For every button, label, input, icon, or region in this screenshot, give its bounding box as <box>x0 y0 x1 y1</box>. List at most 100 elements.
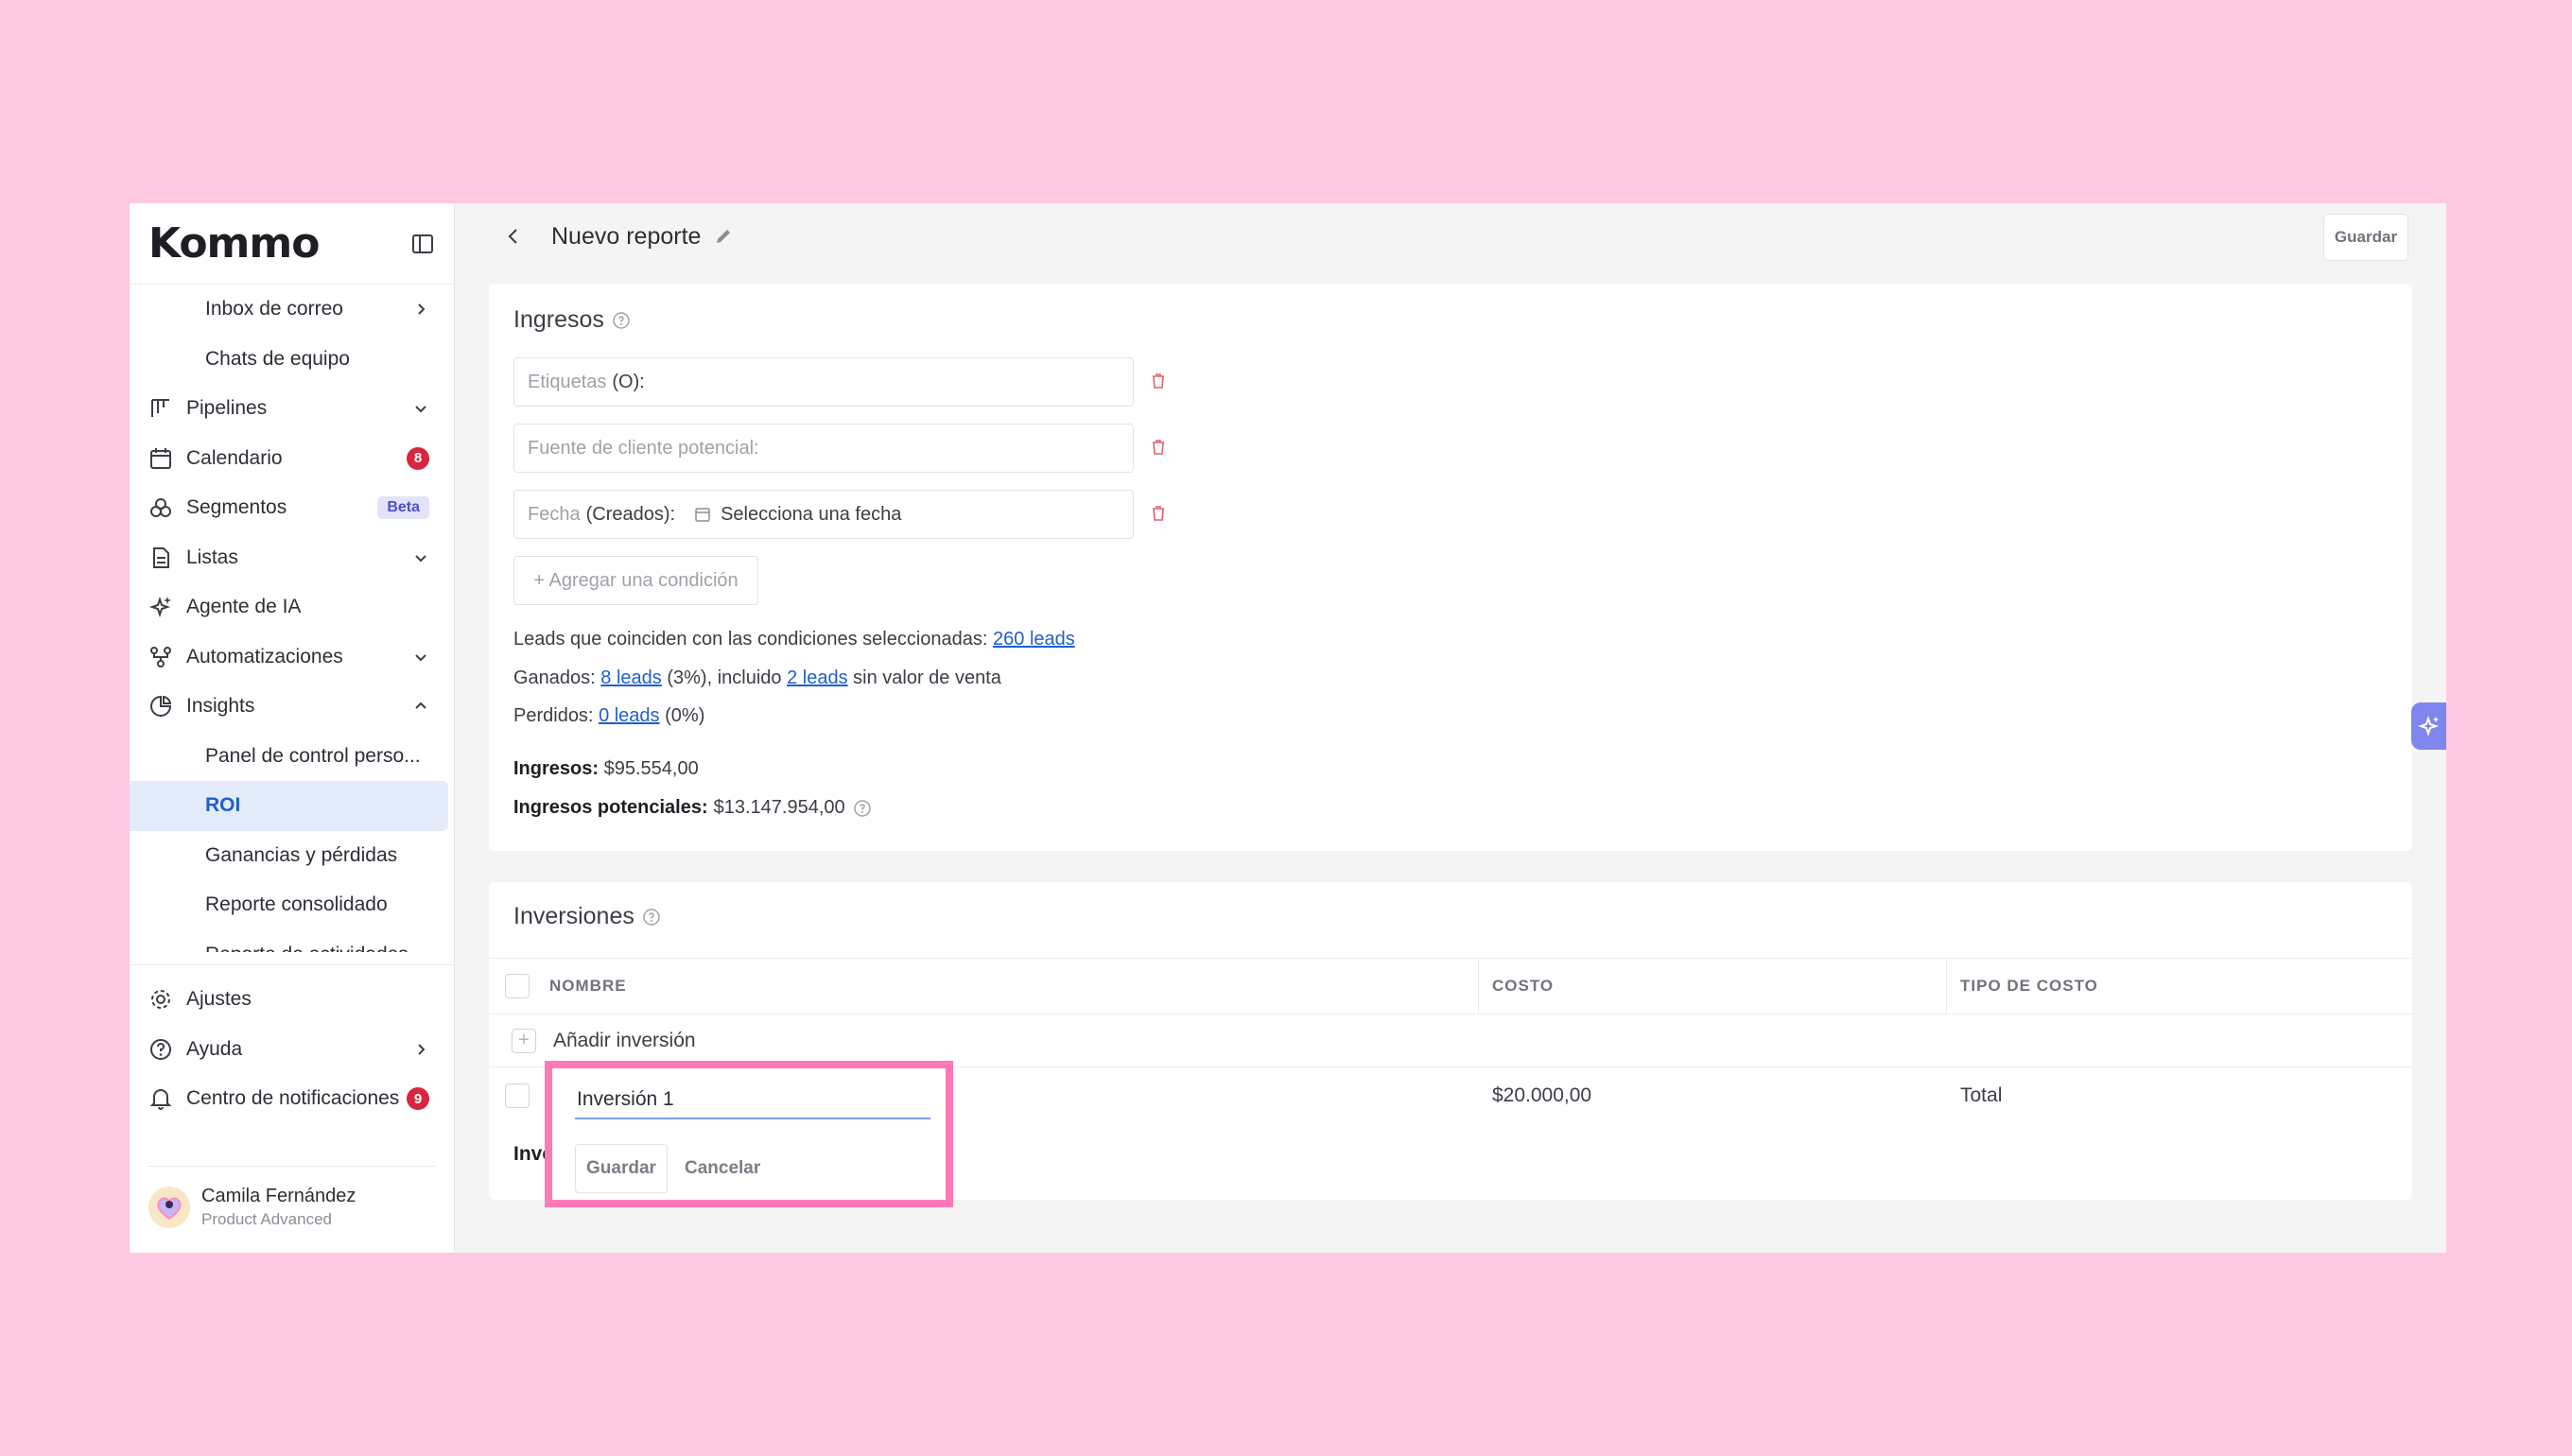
pencil-icon[interactable] <box>714 227 733 246</box>
save-button[interactable]: Guardar <box>2323 214 2408 261</box>
revenue-label: Ingresos: <box>513 758 600 779</box>
condition-label: Etiquetas <box>528 371 607 392</box>
lost-label: Perdidos: <box>513 705 594 726</box>
sidebar-item-chats-equipo[interactable]: Chats de equipo <box>130 335 454 385</box>
sparkle-icon <box>148 597 171 618</box>
matching-leads-line: Leads que coinciden con las condiciones … <box>513 629 1075 650</box>
inversiones-title: Inversiones <box>513 903 634 929</box>
sidebar-item-label: Centro de notificaciones <box>186 1087 400 1110</box>
add-investment-row[interactable]: + Añadir inversión <box>489 1014 2412 1067</box>
chevron-right-icon <box>418 303 426 315</box>
user-plan: Product Advanced <box>201 1210 332 1228</box>
help-icon[interactable] <box>612 311 631 330</box>
date-picker[interactable]: Selecciona una fecha <box>721 504 901 526</box>
lists-icon <box>153 546 169 568</box>
won-leads-line: Ganados: 8 leads (3%), incluido 2 leads … <box>513 667 1001 689</box>
sidebar-item-ajustes[interactable]: Ajustes <box>130 975 454 1025</box>
calendar-icon <box>150 447 171 469</box>
ingresos-title: Ingresos <box>513 306 604 333</box>
trash-icon[interactable] <box>1149 504 1168 523</box>
row-checkbox[interactable] <box>505 1083 530 1108</box>
sidebar-nav: Inbox de correo Chats de equipo Pipeline… <box>130 285 454 952</box>
sidebar-item-label: Inbox de correo <box>205 298 343 321</box>
back-arrow-icon[interactable] <box>502 225 525 248</box>
bell-icon <box>149 1089 172 1111</box>
won-leads-link[interactable]: 8 leads <box>600 667 662 688</box>
sidebar-item-label: Agente de IA <box>186 596 302 618</box>
sidebar-collapse-icon[interactable] <box>410 232 435 256</box>
calendar-count-badge: 8 <box>407 446 429 470</box>
sidebar-item-label: Insights <box>186 695 255 718</box>
popup-cancel-button[interactable]: Cancelar <box>685 1144 760 1193</box>
investment-name-input[interactable] <box>575 1082 930 1119</box>
insights-icon <box>150 696 172 718</box>
chevron-down-icon <box>415 555 426 563</box>
inversiones-title-row: Inversiones <box>513 903 661 930</box>
sidebar-item-label: Automatizaciones <box>186 645 343 667</box>
ingresos-card: Ingresos Etiquetas (O): Fuente de client… <box>489 284 2412 851</box>
sidebar-item-pipelines[interactable]: Pipelines <box>130 384 454 434</box>
segments-icon <box>150 498 171 518</box>
pipelines-icon <box>151 399 169 418</box>
calendar-icon <box>695 508 710 522</box>
user-info: Camila Fernández Product Advanced <box>201 1186 356 1229</box>
avatar-heart-icon <box>157 1197 182 1221</box>
gear-icon <box>151 990 170 1010</box>
column-nombre[interactable]: NOMBRE <box>546 958 1479 1014</box>
user-name: Camila Fernández <box>201 1186 356 1206</box>
topbar: Nuevo reporte Guardar <box>455 203 2446 269</box>
sidebar-item-label: Ayuda <box>186 1037 243 1060</box>
condition-fuente[interactable]: Fuente de cliente potencial: <box>513 424 1134 473</box>
sidebar: Kommo Inbox de correo Chats de equipo Pi… <box>130 203 455 1253</box>
sidebar-item-label: Panel de control perso... <box>205 744 421 767</box>
sidebar-item-calendario[interactable]: Calendario 8 <box>130 434 454 484</box>
sidebar-item-agente-ia[interactable]: Agente de IA <box>130 582 454 633</box>
notification-count-badge: 9 <box>407 1087 429 1111</box>
ingresos-title-row: Ingresos <box>513 306 631 334</box>
beta-badge: Beta <box>377 496 429 520</box>
sidebar-item-label: Calendario <box>186 446 283 469</box>
sidebar-item-notificaciones[interactable]: Centro de notificaciones 9 <box>130 1074 454 1124</box>
help-icon[interactable] <box>853 799 872 818</box>
sidebar-item-label: ROI <box>205 794 241 817</box>
sidebar-item-segmentos[interactable]: Segmentos Beta <box>130 483 454 533</box>
sidebar-item-insights[interactable]: Insights <box>130 682 454 732</box>
add-condition-button[interactable]: + Agregar una condición <box>513 556 758 605</box>
won-no-value-link[interactable]: 2 leads <box>787 667 848 688</box>
condition-label: Fecha <box>528 503 581 525</box>
sidebar-bottom-nav: Ajustes Ayuda Centro de notificaciones 9 <box>130 964 454 1124</box>
ai-assistant-tab[interactable] <box>2411 702 2446 750</box>
condition-etiquetas[interactable]: Etiquetas (O): <box>513 357 1134 407</box>
column-tipo-costo[interactable]: TIPO DE COSTO <box>1947 958 2412 1014</box>
help-circle-icon <box>150 1038 171 1060</box>
sidebar-item-ayuda[interactable]: Ayuda <box>130 1025 454 1075</box>
row-cost-cell[interactable]: $20.000,00 <box>1479 1084 1947 1107</box>
row-cost-type-cell[interactable]: Total <box>1947 1084 2412 1107</box>
column-costo[interactable]: COSTO <box>1479 958 1947 1014</box>
trash-icon[interactable] <box>1149 438 1168 457</box>
sparkle-icon <box>2417 715 2439 737</box>
trash-icon[interactable] <box>1149 372 1168 390</box>
popup-save-button[interactable]: Guardar <box>575 1144 668 1193</box>
user-profile[interactable]: Camila Fernández Product Advanced <box>148 1166 435 1229</box>
won-mid-text: (3%), incluido <box>667 667 782 688</box>
plus-icon: + <box>512 1028 536 1053</box>
sidebar-item-ganancias-perdidas[interactable]: Ganancias y pérdidas <box>130 831 454 881</box>
matching-leads-link[interactable]: 260 leads <box>993 629 1075 650</box>
sidebar-item-inbox-correo[interactable]: Inbox de correo <box>130 285 454 335</box>
sidebar-item-reporte-consolidado[interactable]: Reporte consolidado <box>130 880 454 930</box>
kommo-logo[interactable]: Kommo <box>148 219 320 268</box>
revenue-value: $95.554,00 <box>603 758 699 779</box>
select-all-checkbox[interactable] <box>505 974 530 998</box>
sidebar-item-roi[interactable]: ROI <box>130 781 448 831</box>
help-icon[interactable] <box>642 908 661 927</box>
lost-leads-link[interactable]: 0 leads <box>599 705 660 726</box>
automation-icon <box>150 646 171 667</box>
sidebar-item-panel-control[interactable]: Panel de control perso... <box>130 732 454 782</box>
avatar <box>148 1187 190 1228</box>
sidebar-item-listas[interactable]: Listas <box>130 533 454 583</box>
investments-table-header: NOMBRE COSTO TIPO DE COSTO <box>489 958 2412 1014</box>
condition-fecha[interactable]: Fecha (Creados): Selecciona una fecha <box>513 490 1134 539</box>
sidebar-item-reporte-actividades[interactable]: Reporte de actividades <box>130 930 454 952</box>
sidebar-item-automatizaciones[interactable]: Automatizaciones <box>130 633 454 683</box>
